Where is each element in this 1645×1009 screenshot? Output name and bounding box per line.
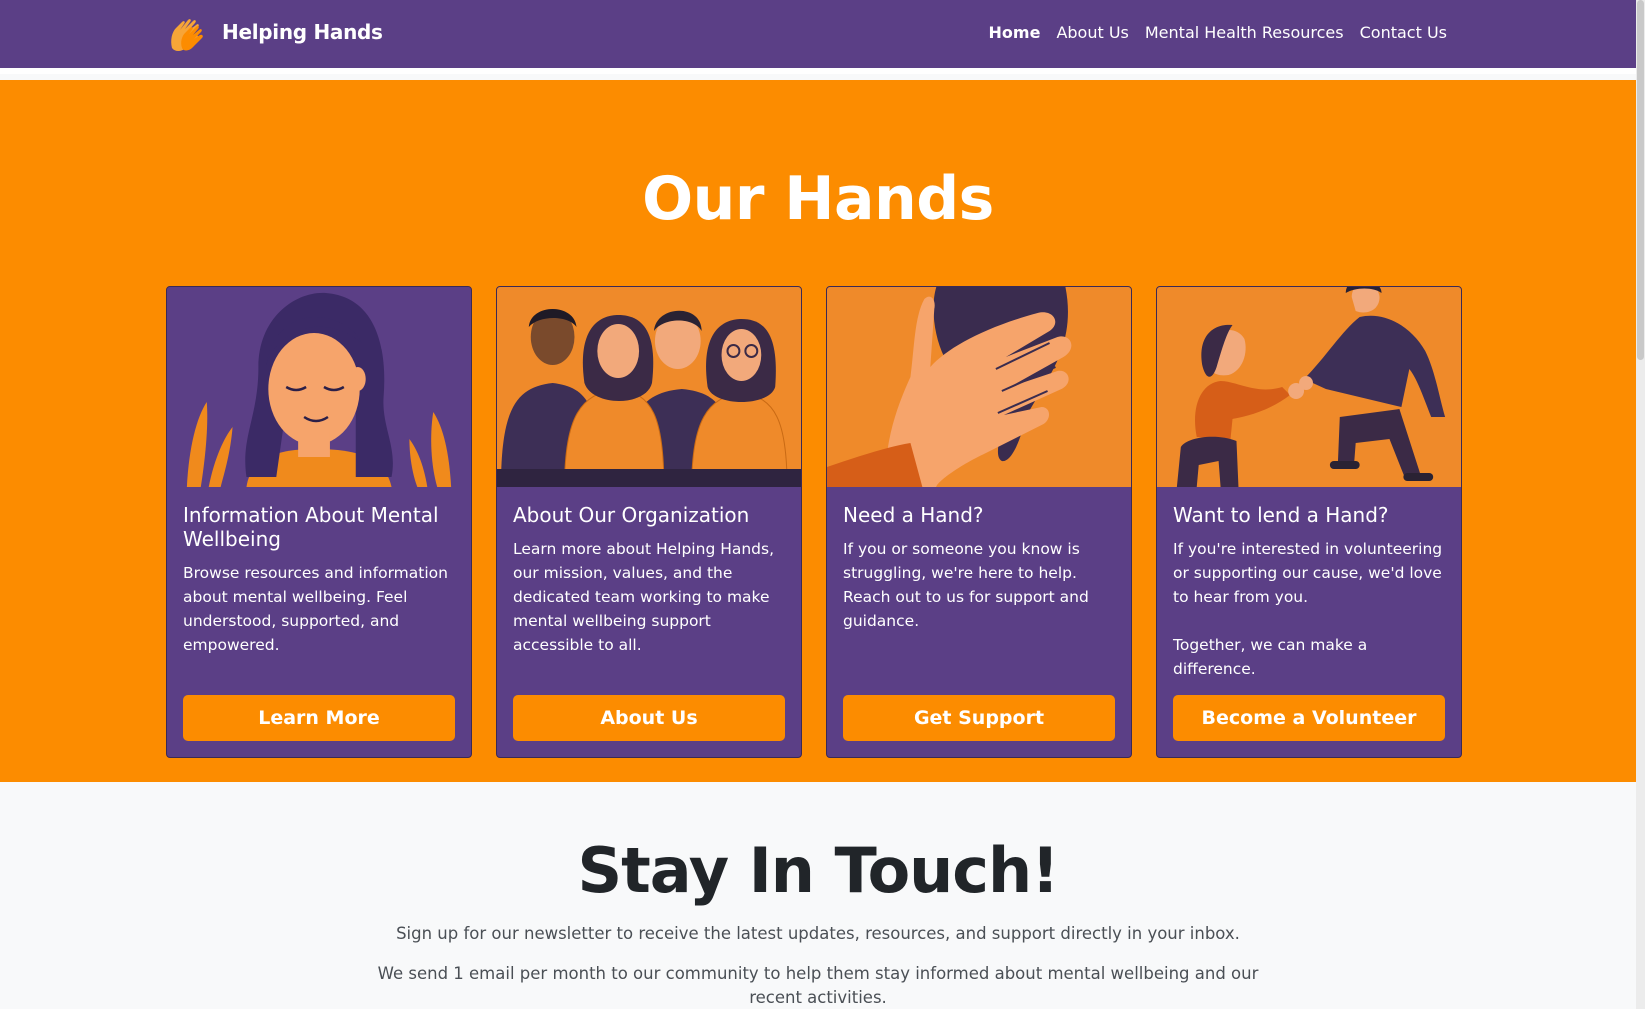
scrollbar[interactable]: [1636, 0, 1645, 1009]
newsletter-frequency: We send 1 email per month to our communi…: [377, 964, 1259, 1007]
card-title: Information About Mental Wellbeing: [183, 503, 439, 551]
card-title: About Our Organization: [513, 503, 750, 527]
card-about-organization: About Our Organization Learn more about …: [496, 286, 802, 758]
helping-up-illustration: [1157, 287, 1461, 487]
become-a-volunteer-button[interactable]: Become a Volunteer: [1173, 695, 1445, 741]
holding-hands-illustration: [827, 287, 1131, 487]
helping-hands-logo-icon: [171, 19, 203, 51]
get-support-button[interactable]: Get Support: [843, 695, 1115, 741]
woman-meditating-illustration: [167, 287, 471, 487]
stay-in-touch-title: Stay In Touch!: [577, 834, 1060, 907]
nav-links: Home About Us Mental Health Resources Co…: [989, 23, 1447, 42]
navbar: Helping Hands Home About Us Mental Healt…: [0, 0, 1636, 74]
our-hands-section: Our Hands Information About Mental Wellb…: [0, 80, 1636, 782]
card-title: Need a Hand?: [843, 503, 984, 527]
nav-link-mental-health-resources[interactable]: Mental Health Resources: [1145, 23, 1344, 42]
about-us-button[interactable]: About Us: [513, 695, 785, 741]
learn-more-button[interactable]: Learn More: [183, 695, 455, 741]
card-need-a-hand: Need a Hand? If you or someone you know …: [826, 286, 1132, 758]
brand-name: Helping Hands: [222, 20, 383, 44]
nav-link-about-us[interactable]: About Us: [1056, 23, 1128, 42]
scrollbar-thumb[interactable]: [1637, 0, 1644, 360]
card-mental-wellbeing: Information About Mental Wellbeing Brows…: [166, 286, 472, 758]
card-lend-a-hand: Want to lend a Hand? If you're intereste…: [1156, 286, 1462, 758]
card-text: Learn more about Helping Hands, our miss…: [513, 540, 775, 654]
card-text: If you or someone you know is struggling…: [843, 540, 1089, 630]
newsletter-intro: Sign up for our newsletter to receive th…: [396, 924, 1240, 943]
brand-link[interactable]: Helping Hands: [166, 12, 383, 52]
our-hands-title: Our Hands: [642, 164, 994, 234]
card-text: If you're interested in volunteering or …: [1173, 540, 1443, 678]
team-group-illustration: [497, 287, 801, 487]
card-text: Browse resources and information about m…: [183, 564, 448, 654]
nav-link-home[interactable]: Home: [989, 23, 1041, 42]
nav-link-contact-us[interactable]: Contact Us: [1360, 23, 1447, 42]
stay-in-touch-section: Stay In Touch! Sign up for our newslette…: [0, 782, 1636, 1009]
card-title: Want to lend a Hand?: [1173, 503, 1389, 527]
